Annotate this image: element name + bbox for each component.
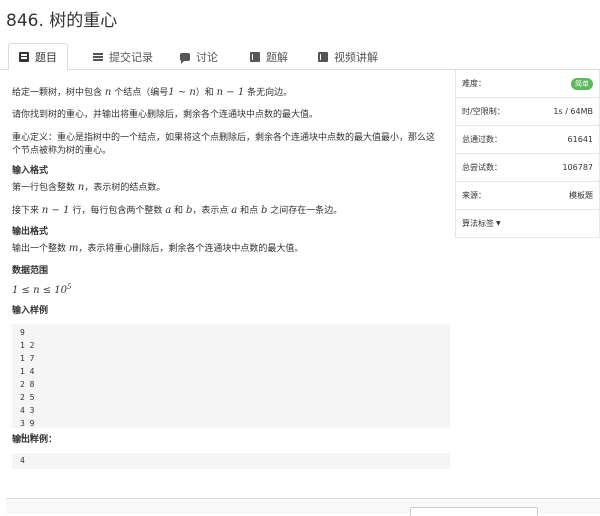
text: 第一行包含整数 bbox=[12, 183, 76, 193]
code-line: 1 7 bbox=[20, 354, 35, 363]
tab-label: 提交记录 bbox=[109, 50, 153, 64]
algorithm-tags-toggle[interactable]: 算法标签 ▼ bbox=[456, 210, 599, 238]
math: 1 ≤ n ≤ 10 bbox=[12, 285, 67, 296]
math: n − 1 bbox=[41, 205, 70, 216]
code-line: 4 3 bbox=[20, 406, 35, 415]
math-exponent: 5 bbox=[67, 283, 72, 291]
math: a bbox=[165, 205, 172, 216]
sample-input-block: 9 1 2 1 7 1 4 2 8 2 5 4 3 3 9 4 6 bbox=[12, 324, 450, 441]
book-icon bbox=[318, 51, 328, 62]
math: 1 ~ n bbox=[168, 87, 196, 98]
output-format-heading: 输出格式 bbox=[12, 227, 49, 237]
chat-icon bbox=[180, 52, 190, 64]
book-icon bbox=[250, 51, 260, 62]
tab-solutions[interactable]: 题解 bbox=[250, 43, 288, 70]
text: 条无向边。 bbox=[247, 88, 293, 98]
text: 个结点（编号 bbox=[114, 88, 169, 98]
list-icon bbox=[93, 52, 103, 62]
source-value: 模板题 bbox=[569, 191, 593, 200]
passed-row: 总通过数： 61641 bbox=[456, 126, 599, 154]
math: n bbox=[104, 87, 112, 98]
math: m bbox=[68, 243, 79, 254]
source-label: 来源： bbox=[462, 191, 486, 200]
data-range: 1 ≤ n ≤ 105 bbox=[12, 281, 442, 298]
tab-bar: 题目 提交记录 讨论 题解 视频讲解 bbox=[0, 43, 600, 71]
data-range-heading: 数据范围 bbox=[12, 266, 49, 276]
sample-output-heading: 输出样例： bbox=[12, 435, 58, 445]
attempts-value: 106787 bbox=[562, 163, 593, 172]
problem-info-panel: 难度： 简单 时/空限制： 1s / 64MB 总通过数： 61641 总尝试数… bbox=[455, 70, 600, 238]
tags-label: 算法标签 bbox=[462, 219, 494, 228]
attempts-row: 总尝试数： 106787 bbox=[456, 154, 599, 182]
difficulty-label: 难度： bbox=[462, 79, 486, 88]
code-line: 1 2 bbox=[20, 341, 35, 350]
passed-label: 总通过数： bbox=[462, 135, 502, 144]
math: a bbox=[231, 205, 238, 216]
difficulty-row: 难度： 简单 bbox=[456, 70, 599, 98]
code-line: 9 bbox=[20, 328, 25, 337]
math: n − 1 bbox=[216, 87, 245, 98]
sample-input-heading: 输入样例 bbox=[12, 306, 49, 316]
text: 行，每行包含两个整数 bbox=[72, 206, 163, 216]
tab-discussion[interactable]: 讨论 bbox=[180, 43, 218, 70]
text: 之间存在一条边。 bbox=[270, 206, 343, 216]
text: 给定一颗树，树中包含 bbox=[12, 88, 103, 98]
text: ，表示点 bbox=[192, 206, 229, 216]
source-row: 来源： 模板题 bbox=[456, 182, 599, 210]
tab-problem[interactable]: 题目 bbox=[8, 43, 68, 71]
difficulty-badge: 简单 bbox=[571, 77, 593, 90]
tab-label: 题解 bbox=[266, 50, 288, 64]
text: ，表示树的结点数。 bbox=[84, 183, 166, 193]
limit-row: 时/空限制： 1s / 64MB bbox=[456, 98, 599, 126]
input-format-line-2: 接下来 n − 1 行，每行包含两个整数 a 和 b，表示点 a 和点 b 之间… bbox=[12, 204, 442, 218]
page-title: 846. 树的重心 bbox=[6, 11, 118, 31]
math: b bbox=[260, 205, 268, 216]
code-line: 1 4 bbox=[20, 367, 35, 376]
caret-down-icon: ▼ bbox=[496, 220, 501, 227]
problem-statement: 给定一颗树，树中包含 n 个结点（编号1 ~ n）和 n − 1 条无向边。 bbox=[12, 86, 442, 100]
centroid-definition: 重心定义：重心是指树中的一个结点，如果将这个点删除后，剩余各个连通块中点数的最大… bbox=[12, 133, 436, 156]
input-format-heading: 输入格式 bbox=[12, 166, 49, 176]
tab-label: 题目 bbox=[35, 51, 57, 64]
tab-submissions[interactable]: 提交记录 bbox=[93, 43, 153, 70]
attempts-label: 总尝试数： bbox=[462, 163, 502, 172]
code-line: 3 9 bbox=[20, 419, 35, 428]
problem-task: 请你找到树的重心，并输出将重心删除后，剩余各个连通块中点数的最大值。 bbox=[12, 110, 319, 120]
tab-label: 视频讲解 bbox=[334, 50, 378, 64]
limit-label: 时/空限制： bbox=[462, 107, 505, 116]
doc-icon bbox=[19, 52, 29, 62]
text: 输出一个整数 bbox=[12, 244, 67, 254]
text: 和点 bbox=[240, 206, 259, 216]
sample-output-block: 4 bbox=[12, 453, 450, 469]
text: ）和 bbox=[195, 88, 214, 98]
tab-label: 讨论 bbox=[196, 50, 218, 64]
code-line: 2 5 bbox=[20, 393, 35, 402]
text: 和 bbox=[174, 206, 184, 216]
output-format-line: 输出一个整数 m，表示将重心删除后，剩余各个连通块中点数的最大值。 bbox=[12, 242, 442, 256]
code-line: 4 bbox=[20, 456, 25, 465]
limit-value: 1s / 64MB bbox=[553, 107, 593, 116]
problem-content: 给定一颗树，树中包含 n 个结点（编号1 ~ n）和 n − 1 条无向边。 请… bbox=[6, 70, 450, 470]
tab-video[interactable]: 视频讲解 bbox=[318, 43, 378, 70]
text: 接下来 bbox=[12, 206, 40, 216]
text: ，表示将重心删除后，剩余各个连通块中点数的最大值。 bbox=[78, 244, 304, 254]
passed-value: 61641 bbox=[567, 135, 593, 144]
code-line: 2 8 bbox=[20, 380, 35, 389]
language-select[interactable] bbox=[410, 507, 538, 516]
input-format-line-1: 第一行包含整数 n，表示树的结点数。 bbox=[12, 181, 442, 195]
